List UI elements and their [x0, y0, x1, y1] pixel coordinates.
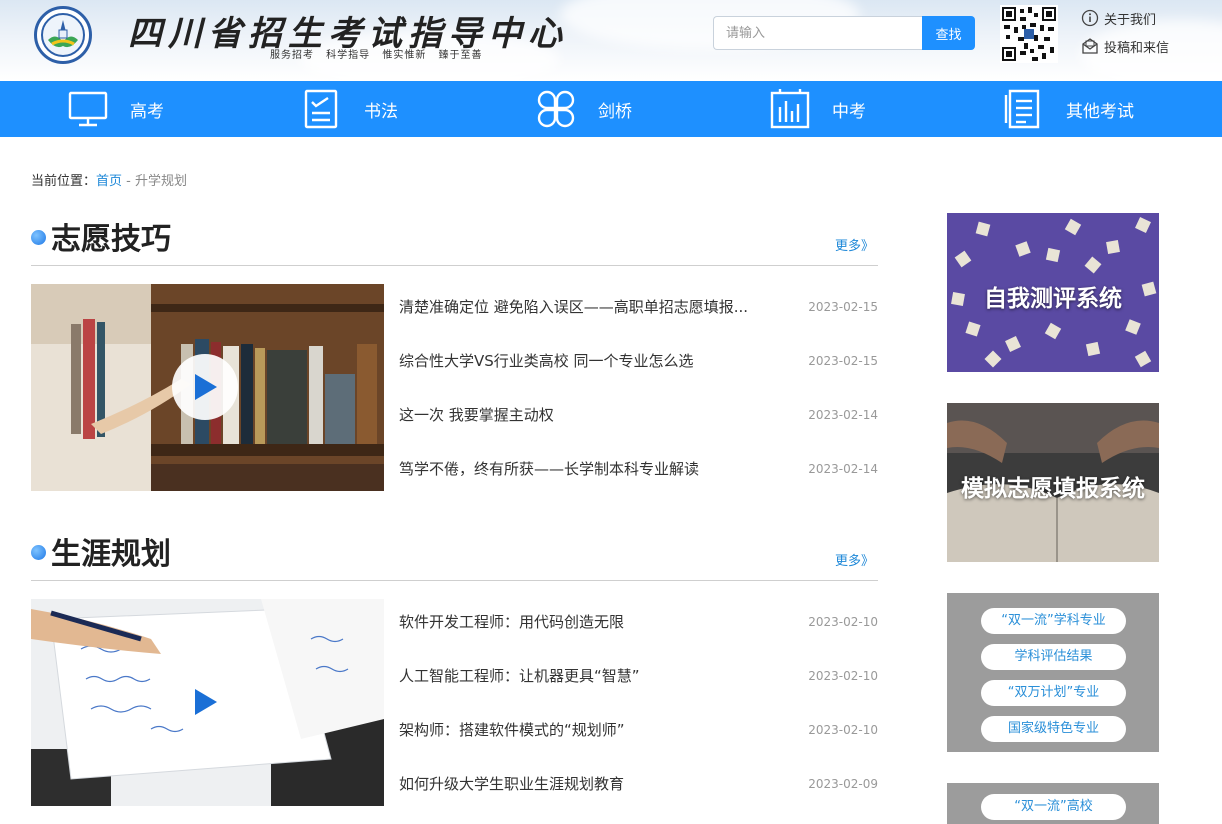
nav-label: 书法 [364, 101, 398, 122]
news-list: 软件开发工程师：用代码创造无限 2023-02-10 人工智能工程师：让机器更具… [399, 599, 878, 815]
site-header: 四川省招生考试指导中心 服务招考 科学指导 惟实惟新 臻于至善 查找 [0, 0, 1222, 81]
nav-label: 高考 [130, 101, 164, 122]
news-list: 清楚准确定位 避免陷入误区——高职单招志愿填报... 2023-02-15 综合… [399, 284, 878, 500]
section-dot-icon [31, 230, 46, 245]
news-title[interactable]: 综合性大学VS行业类高校 同一个专业怎么选 [399, 350, 779, 371]
document-check-icon [304, 89, 338, 129]
search-box: 查找 [713, 16, 975, 50]
play-button[interactable] [172, 669, 238, 735]
national-featured-majors-link[interactable]: 国家级特色专业 [981, 716, 1126, 742]
about-us-link[interactable]: 关于我们 [1081, 8, 1169, 28]
quick-links-box-2: “双一流”高校 [947, 783, 1159, 824]
section-career-planning: 生涯规划 更多》 软件开发工程师：用代码创造无限 2023-02-10 人工智能… [31, 527, 878, 806]
double-first-class-universities-link[interactable]: “双一流”高校 [981, 794, 1126, 820]
news-item[interactable]: 人工智能工程师：让机器更具“智慧” 2023-02-10 [399, 653, 878, 707]
news-title[interactable]: 这一次 我要掌握主动权 [399, 404, 779, 425]
self-assessment-banner[interactable]: 自我测评系统 [947, 213, 1159, 372]
news-date: 2023-02-09 [808, 777, 878, 791]
breadcrumb-home-link[interactable]: 首页 [96, 174, 122, 189]
top-links: 关于我们 投稿和来信 [1081, 8, 1169, 64]
search-button[interactable]: 查找 [922, 16, 975, 50]
nav-item-gaokao[interactable]: 高考 [68, 81, 164, 137]
double-ten-thousand-link[interactable]: “双万计划”专业 [981, 680, 1126, 706]
nav-label: 剑桥 [598, 101, 632, 122]
news-title[interactable]: 架构师：搭建软件模式的“规划师” [399, 719, 779, 740]
breadcrumb-prefix: 当前位置： [31, 174, 97, 189]
news-item[interactable]: 软件开发工程师：用代码创造无限 2023-02-10 [399, 599, 878, 653]
quick-links-box: “双一流”学科专业 学科评估结果 “双万计划”专业 国家级特色专业 [947, 593, 1159, 752]
news-item[interactable]: 综合性大学VS行业类高校 同一个专业怎么选 2023-02-15 [399, 338, 878, 392]
contribute-label: 投稿和来信 [1104, 40, 1170, 56]
main-nav: 高考 书法 剑桥 中考 其他考试 [0, 81, 1222, 137]
about-us-label: 关于我们 [1104, 12, 1157, 28]
news-title[interactable]: 如何升级大学生职业生涯规划教育 [399, 773, 779, 794]
news-title[interactable]: 笃学不倦，终有所获——长学制本科专业解读 [399, 458, 779, 479]
document-list-icon [1004, 89, 1040, 129]
news-item[interactable]: 架构师：搭建软件模式的“规划师” 2023-02-10 [399, 707, 878, 761]
more-link[interactable]: 更多》 [835, 550, 874, 569]
breadcrumb-separator: - [122, 174, 135, 189]
section-title: 生涯规划 [51, 537, 171, 572]
more-link[interactable]: 更多》 [835, 235, 874, 254]
news-item[interactable]: 清楚准确定位 避免陷入误区——高职单招志愿填报... 2023-02-15 [399, 284, 878, 338]
video-thumbnail[interactable] [31, 599, 384, 806]
news-item[interactable]: 笃学不倦，终有所获——长学制本科专业解读 2023-02-14 [399, 446, 878, 500]
news-title[interactable]: 人工智能工程师：让机器更具“智慧” [399, 665, 779, 686]
double-first-class-subjects-link[interactable]: “双一流”学科专业 [981, 608, 1126, 634]
mail-icon [1082, 38, 1098, 54]
nav-item-shufa[interactable]: 书法 [302, 81, 398, 137]
monitor-icon [68, 91, 108, 127]
site-slogan: 服务招考 科学指导 惟实惟新 臻于至善 [270, 50, 483, 61]
section-header: 志愿技巧 更多》 [31, 212, 878, 266]
breadcrumb-current: 升学规划 [135, 174, 188, 189]
news-title[interactable]: 清楚准确定位 避免陷入误区——高职单招志愿填报... [399, 296, 779, 317]
news-date: 2023-02-10 [808, 669, 878, 683]
section-dot-icon [31, 545, 46, 560]
qr-code [1000, 5, 1058, 63]
contribute-link[interactable]: 投稿和来信 [1081, 36, 1169, 56]
nav-label: 中考 [832, 101, 866, 122]
news-item[interactable]: 如何升级大学生职业生涯规划教育 2023-02-09 [399, 761, 878, 815]
news-date: 2023-02-14 [808, 408, 878, 422]
search-input[interactable] [713, 16, 922, 50]
video-thumbnail[interactable] [31, 284, 384, 491]
emblem-icon [41, 13, 85, 57]
news-title[interactable]: 软件开发工程师：用代码创造无限 [399, 611, 779, 632]
breadcrumb: 当前位置：首页 - 升学规划 [31, 170, 187, 189]
nav-item-jianqiao[interactable]: 剑桥 [536, 81, 632, 137]
nav-label: 其他考试 [1066, 101, 1134, 122]
news-date: 2023-02-15 [808, 300, 878, 314]
subject-evaluation-link[interactable]: 学科评估结果 [981, 644, 1126, 670]
news-date: 2023-02-15 [808, 354, 878, 368]
play-button[interactable] [172, 354, 238, 420]
play-icon [195, 374, 217, 400]
section-title: 志愿技巧 [51, 222, 171, 257]
nav-item-other-exams[interactable]: 其他考试 [1004, 81, 1134, 137]
news-date: 2023-02-14 [808, 462, 878, 476]
news-date: 2023-02-10 [808, 723, 878, 737]
section-zhiyuan-tips: 志愿技巧 更多》 清楚准确定位 避免陷入误区——高职单招志愿填报... 2023… [31, 212, 878, 491]
banner-label: 自我测评系统 [984, 286, 1122, 312]
news-date: 2023-02-10 [808, 615, 878, 629]
news-item[interactable]: 这一次 我要掌握主动权 2023-02-14 [399, 392, 878, 446]
info-icon [1081, 9, 1099, 27]
mock-application-banner[interactable]: 模拟志愿填报系统 [947, 403, 1159, 562]
banner-label: 模拟志愿填报系统 [961, 476, 1145, 502]
grid-circles-icon [537, 90, 575, 128]
qr-code-icon [1000, 5, 1058, 63]
play-icon [195, 689, 217, 715]
logo-emblem[interactable] [34, 6, 92, 64]
section-header: 生涯规划 更多》 [31, 527, 878, 581]
chart-bars-icon [770, 89, 810, 129]
nav-item-zhongkao[interactable]: 中考 [770, 81, 866, 137]
